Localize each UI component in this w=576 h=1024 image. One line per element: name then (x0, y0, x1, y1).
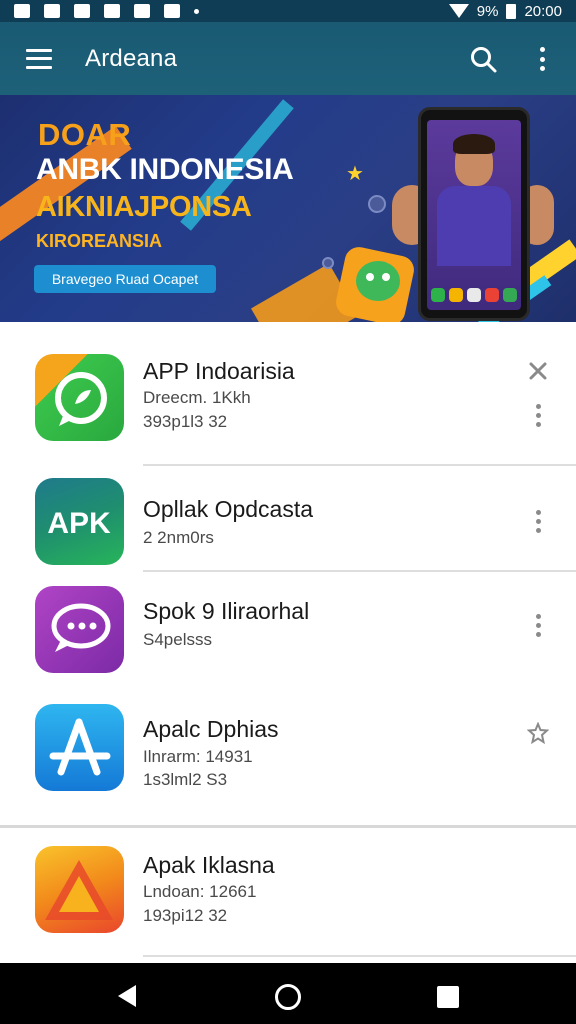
phone-screen (427, 120, 521, 310)
notification-icon (104, 4, 120, 18)
apk-icon: APK (35, 478, 124, 565)
notification-icon (134, 4, 150, 18)
search-icon[interactable] (470, 46, 498, 74)
app-name: APP Indoarisia (143, 358, 295, 384)
banner-headline: ANBK INDONESIA (36, 153, 294, 186)
banner-button[interactable]: Bravegeo Ruad Ocapet (34, 265, 216, 293)
more-vert-icon[interactable] (526, 404, 550, 427)
wifi-icon (164, 4, 180, 18)
app-meta: 1s3lml2 S3 (143, 770, 228, 789)
banner-line-1: DOAR (38, 117, 132, 152)
banner-caption: KIROREANSIA (36, 231, 163, 251)
clock: 20:00 (524, 2, 562, 20)
app-meta: 2 2nm0rs (143, 528, 214, 547)
signal-icon (448, 4, 469, 18)
close-icon[interactable] (526, 360, 550, 389)
notification-icon (74, 4, 90, 18)
divider (143, 955, 576, 957)
list-item[interactable]: Apak Iklasna Lndoan: 12661 193pi12 32 (0, 828, 576, 963)
phone-illustration (418, 107, 530, 321)
app-name: Apak Iklasna (143, 852, 275, 878)
app-meta: 393p1l3 32 (143, 412, 228, 431)
star-icon: ★ (346, 163, 364, 185)
app-name: Apalc Dphias (143, 716, 279, 742)
more-vert-icon[interactable] (526, 510, 550, 533)
list-item[interactable]: Spok 9 Iliraorhal S4pelsss (0, 572, 576, 692)
app-list: APP Indoarisia Dreecm. 1Kkh 393p1l3 32 A… (0, 322, 576, 963)
notification-icon (14, 4, 30, 18)
app-title: Ardeana (85, 44, 178, 72)
back-icon[interactable] (118, 985, 136, 1007)
banner-subheadline: AIKNIAJPONSA (36, 191, 252, 223)
list-item[interactable]: APP Indoarisia Dreecm. 1Kkh 393p1l3 32 (0, 322, 576, 464)
battery-percent: 9% (476, 2, 499, 20)
orange-triangle-icon (35, 846, 124, 933)
app-meta: S4pelsss (143, 630, 212, 649)
bubble-icon (322, 257, 334, 269)
mascot-icon (356, 261, 400, 301)
more-vert-icon[interactable] (526, 614, 550, 637)
notification-icons (14, 4, 199, 18)
app-meta: Lndoan: 12661 (143, 882, 257, 901)
phone-dock (431, 288, 517, 304)
app-meta: 193pi12 32 (143, 906, 228, 925)
chat-bubble-icon (35, 586, 124, 673)
notification-icon (44, 4, 60, 18)
list-item[interactable]: Apalc Dphias Ilnrarm: 14931 1s3lml2 S3 (0, 692, 576, 826)
app-meta: Ilnrarm: 14931 (143, 747, 253, 766)
battery-icon (506, 3, 517, 19)
more-vert-icon[interactable] (540, 47, 546, 71)
menu-icon[interactable] (26, 48, 52, 69)
home-icon[interactable] (275, 984, 301, 1010)
app-meta: Dreecm. 1Kkh (143, 388, 251, 407)
promo-banner[interactable]: DOAR ANBK INDONESIA AIKNIAJPONSA KIROREA… (0, 95, 576, 322)
status-bar: 9% 20:00 (0, 0, 576, 22)
app-store-icon (35, 704, 124, 791)
app-name: Spok 9 Iliraorhal (143, 598, 310, 624)
app-name: Opllak Opdcasta (143, 496, 314, 522)
list-item[interactable]: APK Opllak Opdcasta 2 2nm0rs (0, 466, 576, 570)
app-bar: Ardeana (0, 22, 576, 95)
system-nav-bar (0, 963, 576, 1024)
pin-icon[interactable] (526, 721, 550, 751)
whatsapp-like-icon (35, 354, 124, 441)
svg-text:APK: APK (47, 507, 111, 540)
recents-icon[interactable] (437, 986, 459, 1008)
bubble-icon (368, 195, 386, 213)
dot-icon (194, 8, 199, 14)
